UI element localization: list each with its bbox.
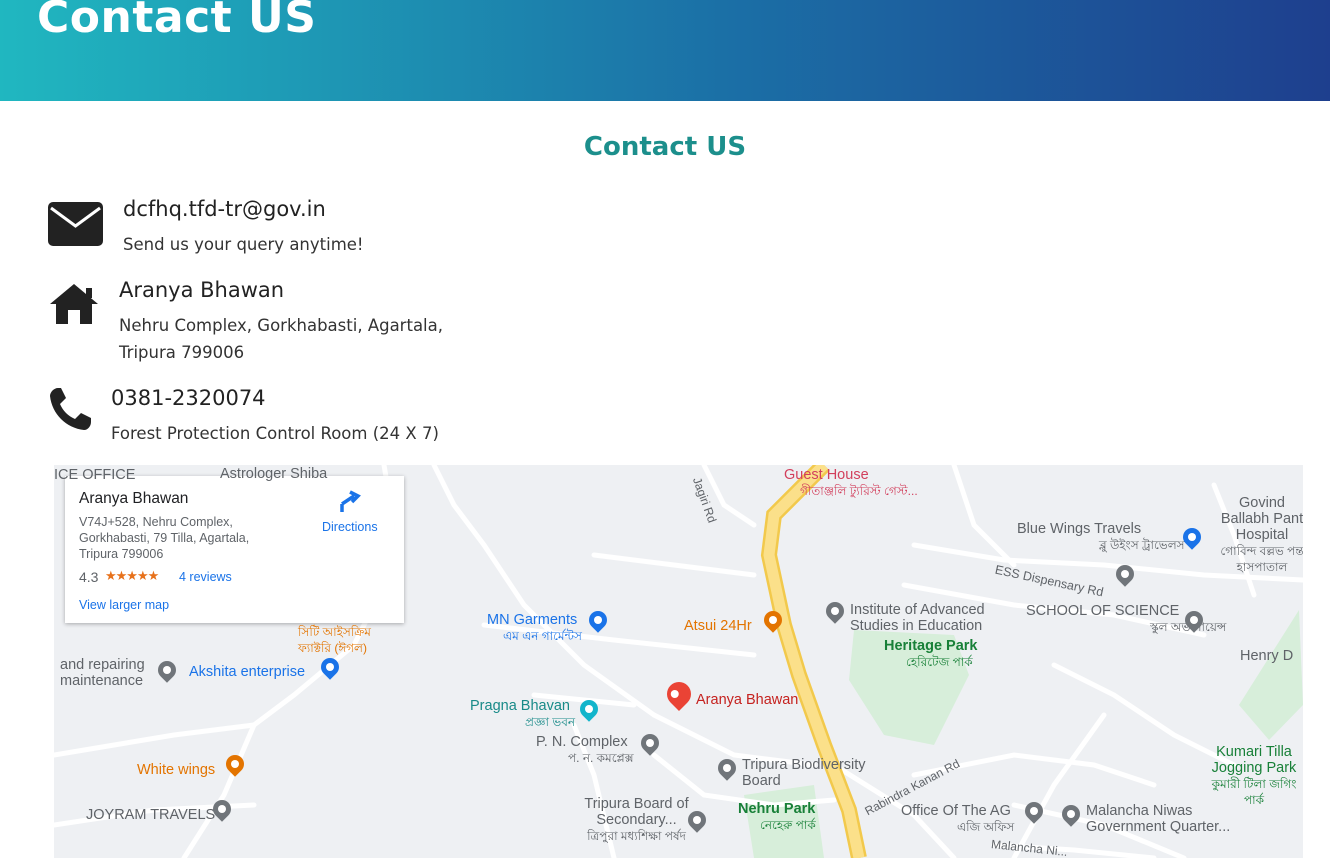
- map-label-astrologer[interactable]: Astrologer Shiba: [220, 466, 327, 482]
- rating-stars-icon: ★★★★★: [105, 568, 159, 583]
- map-label-akshita[interactable]: Akshita enterprise: [189, 664, 305, 680]
- map-label-repairing[interactable]: and repairing maintenance: [60, 657, 170, 689]
- address-line-2: Tripura 799006: [119, 343, 245, 362]
- map-label-heritage-park[interactable]: Heritage Park হেরিটেজ পার্ক: [884, 638, 978, 670]
- place-card-title: Aranya Bhawan: [79, 490, 189, 507]
- reviews-link[interactable]: 4 reviews: [179, 570, 232, 584]
- map-label-aranya-bhawan[interactable]: Aranya Bhawan: [696, 692, 798, 708]
- map-label-joyram[interactable]: JOYRAM TRAVELS: [86, 807, 215, 823]
- map-label-pragna-bhavan[interactable]: Pragna Bhavan প্রজ্ঞা ভবন: [470, 698, 575, 730]
- map-label-henry[interactable]: Henry D: [1240, 648, 1293, 664]
- map-label-tripura-board[interactable]: Tripura Board of Secondary... ত্রিপুরা ম…: [579, 796, 694, 844]
- map-label-malancha[interactable]: Malancha Niwas Government Quarter...: [1086, 803, 1236, 835]
- map-label-mn-garments[interactable]: MN Garments এম এন গার্মেন্টস: [487, 612, 582, 644]
- phone-link[interactable]: 0381-2320074: [111, 386, 266, 410]
- map-label-kumari-tilla[interactable]: Kumari Tilla Jogging Park কুমারী টিলা জগ…: [1204, 744, 1303, 808]
- page-header-banner: Contact US: [0, 0, 1330, 101]
- place-card-address: V74J+528, Nehru Complex, Gorkhabasti, 79…: [79, 515, 250, 561]
- map-label-biodiversity[interactable]: Tripura Biodiversity Board: [742, 757, 877, 789]
- email-link[interactable]: dcfhq.tfd-tr@gov.in: [123, 197, 326, 221]
- map-label-nehru-park[interactable]: Nehru Park নেহেরু পার্ক: [738, 801, 816, 833]
- map-label-institute[interactable]: Institute of Advanced Studies in Educati…: [850, 602, 1010, 634]
- map-label-ice-office[interactable]: ICE OFFICE: [54, 467, 135, 483]
- map-label-blue-wings[interactable]: Blue Wings Travels ব্লু উইংস ট্রাভেলস: [1017, 521, 1185, 553]
- directions-link[interactable]: Directions: [322, 520, 378, 534]
- map-label-white-wings[interactable]: White wings: [137, 762, 215, 778]
- place-card-rating: 4.3: [79, 569, 99, 585]
- map-label-govind-hospital[interactable]: Govind Ballabh Pant Hospital গোবিন্দ বল্…: [1217, 495, 1303, 575]
- page-title: Contact US: [37, 0, 317, 43]
- google-map[interactable]: Aranya Bhawan V74J+528, Nehru Complex, G…: [54, 465, 1303, 858]
- map-label-atsui[interactable]: Atsui 24Hr: [684, 618, 752, 634]
- phone-description: Forest Protection Control Room (24 X 7): [111, 424, 439, 443]
- view-larger-map-link[interactable]: View larger map: [79, 598, 169, 612]
- email-description: Send us your query anytime!: [123, 235, 364, 254]
- map-label-pn-complex[interactable]: P. N. Complex প. ন. কমপ্লেক্স: [536, 734, 634, 766]
- address-line-1: Nehru Complex, Gorkhabasti, Agartala,: [119, 316, 443, 335]
- address-title: Aranya Bhawan: [119, 278, 285, 302]
- home-icon: [48, 282, 100, 330]
- map-label-guest-house[interactable]: Guest House গীতাঞ্জলি ট্যুরিস্ট গেস্ট...: [784, 467, 918, 499]
- map-place-card: Aranya Bhawan V74J+528, Nehru Complex, G…: [65, 476, 404, 623]
- map-label-ag-office[interactable]: Office Of The AG এজি অফিস: [901, 803, 1014, 835]
- map-label-eagle-factory[interactable]: সিটি আইসক্রিম ফ্যাক্টরি (ঈগল): [298, 624, 388, 656]
- phone-icon: [48, 386, 92, 436]
- envelope-icon: [48, 202, 103, 250]
- section-title: Contact US: [583, 132, 747, 162]
